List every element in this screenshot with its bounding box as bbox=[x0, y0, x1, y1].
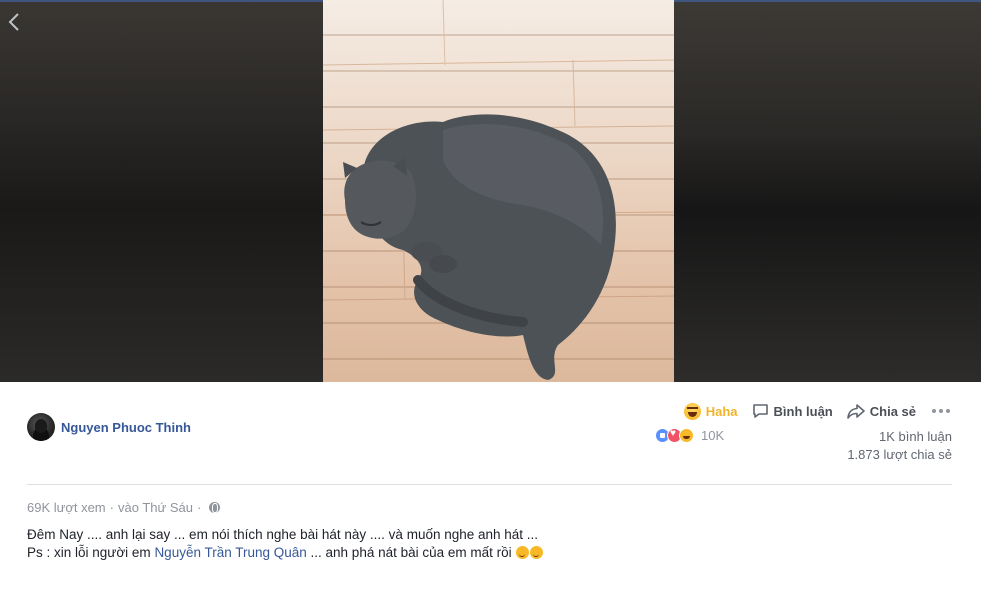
view-count: 69K lượt xem bbox=[27, 500, 106, 515]
reactions-summary[interactable]: 10K bbox=[655, 428, 724, 443]
post-line-2: Ps : xin lỗi người em Nguyễn Trần Trung … bbox=[27, 544, 947, 562]
share-label: Chia sẻ bbox=[869, 403, 916, 419]
post-stats: 1K bình luận 1.873 lượt chia sẻ bbox=[847, 428, 952, 464]
video-frame-cat bbox=[323, 0, 674, 382]
post-meta: 69K lượt xem · vào Thứ Sáu · bbox=[27, 500, 221, 515]
meta-separator-2: · bbox=[196, 500, 202, 515]
share-arrow-icon bbox=[846, 403, 865, 419]
post-time-link[interactable]: vào Thứ Sáu bbox=[118, 500, 193, 515]
post-author[interactable]: Nguyen Phuoc Thinh bbox=[27, 413, 191, 441]
globe-icon[interactable] bbox=[209, 502, 221, 513]
author-name[interactable]: Nguyen Phuoc Thinh bbox=[61, 420, 191, 435]
chevron-left-icon bbox=[8, 13, 19, 31]
more-options-button[interactable] bbox=[930, 409, 952, 413]
post-line-2-suffix: ... anh phá nát bài của em mất rồi bbox=[306, 545, 516, 560]
wink-emoji-icon bbox=[530, 546, 544, 559]
more-dot bbox=[946, 409, 950, 413]
reaction-label: Haha bbox=[705, 403, 738, 419]
more-dot bbox=[939, 409, 943, 413]
share-button[interactable]: Chia sẻ bbox=[846, 402, 916, 420]
comment-count-link[interactable]: 1K bình luận bbox=[847, 428, 952, 446]
wink-emoji-icon bbox=[516, 546, 530, 559]
more-dots-icon bbox=[932, 409, 936, 413]
tagged-person-link[interactable]: Nguyễn Trần Trung Quân bbox=[154, 545, 306, 560]
haha-emoji-icon bbox=[683, 402, 701, 420]
divider bbox=[27, 484, 952, 485]
sleeping-cat-illustration bbox=[323, 0, 674, 380]
haha-reaction-icon bbox=[679, 428, 694, 443]
comment-button[interactable]: Bình luận bbox=[752, 402, 833, 420]
video-player[interactable] bbox=[0, 0, 981, 382]
reaction-icons bbox=[655, 428, 694, 443]
avatar[interactable] bbox=[27, 413, 55, 441]
video-blur-left bbox=[0, 0, 323, 382]
comment-bubble-icon bbox=[752, 404, 768, 418]
reaction-button[interactable]: Haha bbox=[683, 402, 738, 420]
post-line-2-prefix: Ps : xin lỗi người em bbox=[27, 545, 155, 560]
post-actions: Haha Bình luận Chia sẻ bbox=[683, 402, 952, 420]
video-blur-right bbox=[674, 0, 981, 382]
post-message: Đêm Nay .... anh lại say ... em nói thíc… bbox=[27, 526, 947, 562]
reaction-count: 10K bbox=[701, 428, 725, 443]
back-button[interactable] bbox=[2, 8, 26, 36]
meta-separator: · bbox=[109, 500, 114, 515]
share-count-link[interactable]: 1.873 lượt chia sẻ bbox=[847, 446, 952, 464]
post-line-1: Đêm Nay .... anh lại say ... em nói thíc… bbox=[27, 527, 539, 542]
comment-label: Bình luận bbox=[773, 403, 833, 419]
